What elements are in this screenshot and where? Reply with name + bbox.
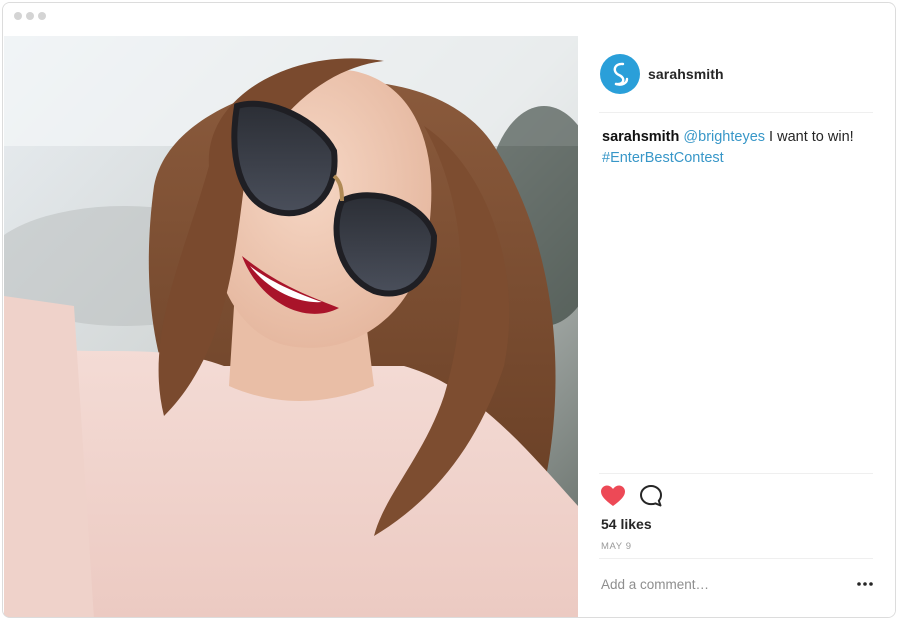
window-dot	[14, 12, 22, 20]
window-dot	[26, 12, 34, 20]
browser-window: sarahsmith sarahsmith @brighteyes I want…	[2, 2, 896, 618]
post-details-panel: sarahsmith sarahsmith @brighteyes I want…	[579, 36, 895, 617]
comment-bubble-icon	[640, 485, 662, 507]
more-options-button[interactable]	[855, 576, 875, 592]
post-photo[interactable]	[4, 36, 578, 617]
caption-hashtag-link[interactable]: #EnterBestContest	[602, 150, 724, 166]
post-username[interactable]: sarahsmith	[648, 66, 724, 82]
post-caption: sarahsmith @brighteyes I want to win! #E…	[602, 127, 872, 169]
post-header: sarahsmith	[599, 36, 873, 113]
likes-count[interactable]: 54 likes	[601, 516, 652, 532]
window-titlebar	[3, 3, 895, 33]
heart-icon	[601, 485, 625, 506]
window-dot	[38, 12, 46, 20]
post-date: MAY 9	[601, 541, 632, 552]
caption-username[interactable]: sarahsmith	[602, 129, 679, 145]
caption-mention-link[interactable]: @brighteyes	[683, 129, 765, 145]
more-horizontal-icon	[857, 582, 873, 586]
divider	[599, 473, 873, 474]
divider	[599, 558, 873, 559]
comment-input[interactable]	[599, 570, 839, 598]
avatar[interactable]	[600, 54, 640, 94]
comment-button[interactable]	[639, 484, 665, 508]
caption-text: I want to win!	[765, 129, 854, 145]
avatar-logo-icon	[613, 62, 629, 86]
like-button[interactable]	[600, 484, 626, 508]
